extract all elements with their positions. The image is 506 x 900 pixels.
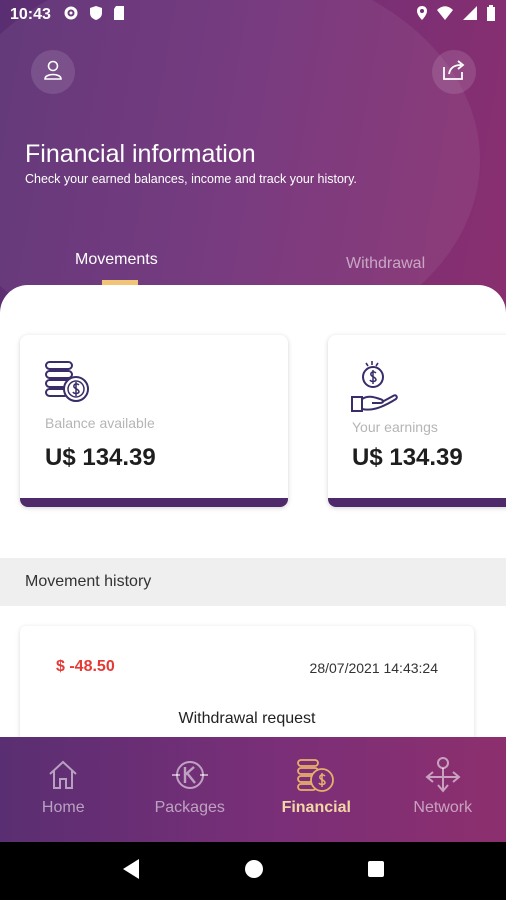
nav-item-packages[interactable]: Packages [127,737,254,842]
shield-icon [89,5,103,26]
balance-label: Balance available [45,415,155,431]
page-subtitle: Check your earned balances, income and t… [25,172,357,186]
battery-icon [486,4,496,26]
balance-value: U$ 134.39 [45,444,156,471]
hand-money-icon [350,359,400,420]
nav-label-packages: Packages [154,799,225,816]
signal-icon [462,5,478,26]
share-icon [441,58,467,87]
home-circle-icon[interactable] [244,859,264,884]
wifi-icon [436,5,454,26]
status-bar: 10:43 [0,0,506,30]
network-icon [423,755,463,795]
balance-card: Balance available U$ 134.39 [20,335,288,507]
earnings-label: Your earnings [352,419,438,435]
nav-item-financial[interactable]: Financial [253,737,380,842]
share-button[interactable] [432,50,476,94]
earnings-card: Your earnings U$ 134.39 [328,335,506,507]
back-icon[interactable] [121,858,141,885]
nav-item-network[interactable]: Network [380,737,506,842]
movement-amount: $ -48.50 [56,658,115,675]
settings-icon [63,5,79,26]
home-icon [46,755,80,795]
packages-icon [170,755,210,795]
location-icon [416,5,428,26]
movement-description: Withdrawal request [178,710,316,727]
movement-date: 28/07/2021 14:43:24 [309,660,438,676]
movement-history-header: Movement history [0,558,506,606]
movement-history-title: Movement history [25,573,152,590]
recents-icon[interactable] [367,860,385,883]
system-navigation-bar [0,842,506,900]
bottom-navigation: Home Packages Financial Network [0,737,506,842]
page-title: Financial information [25,140,256,168]
tab-withdrawal[interactable]: Withdrawal [346,255,425,273]
user-icon [41,58,65,87]
nav-item-home[interactable]: Home [0,737,127,842]
earnings-value: U$ 134.39 [352,444,463,471]
nav-label-home: Home [41,799,85,816]
profile-button[interactable] [31,50,75,94]
financial-icon [296,755,336,795]
tab-movements[interactable]: Movements [75,251,158,269]
nav-label-network: Network [413,799,473,816]
coins-stack-icon [44,359,92,410]
sim-card-icon [113,5,125,26]
status-time: 10:43 [10,6,51,23]
nav-label-financial: Financial [281,799,351,816]
